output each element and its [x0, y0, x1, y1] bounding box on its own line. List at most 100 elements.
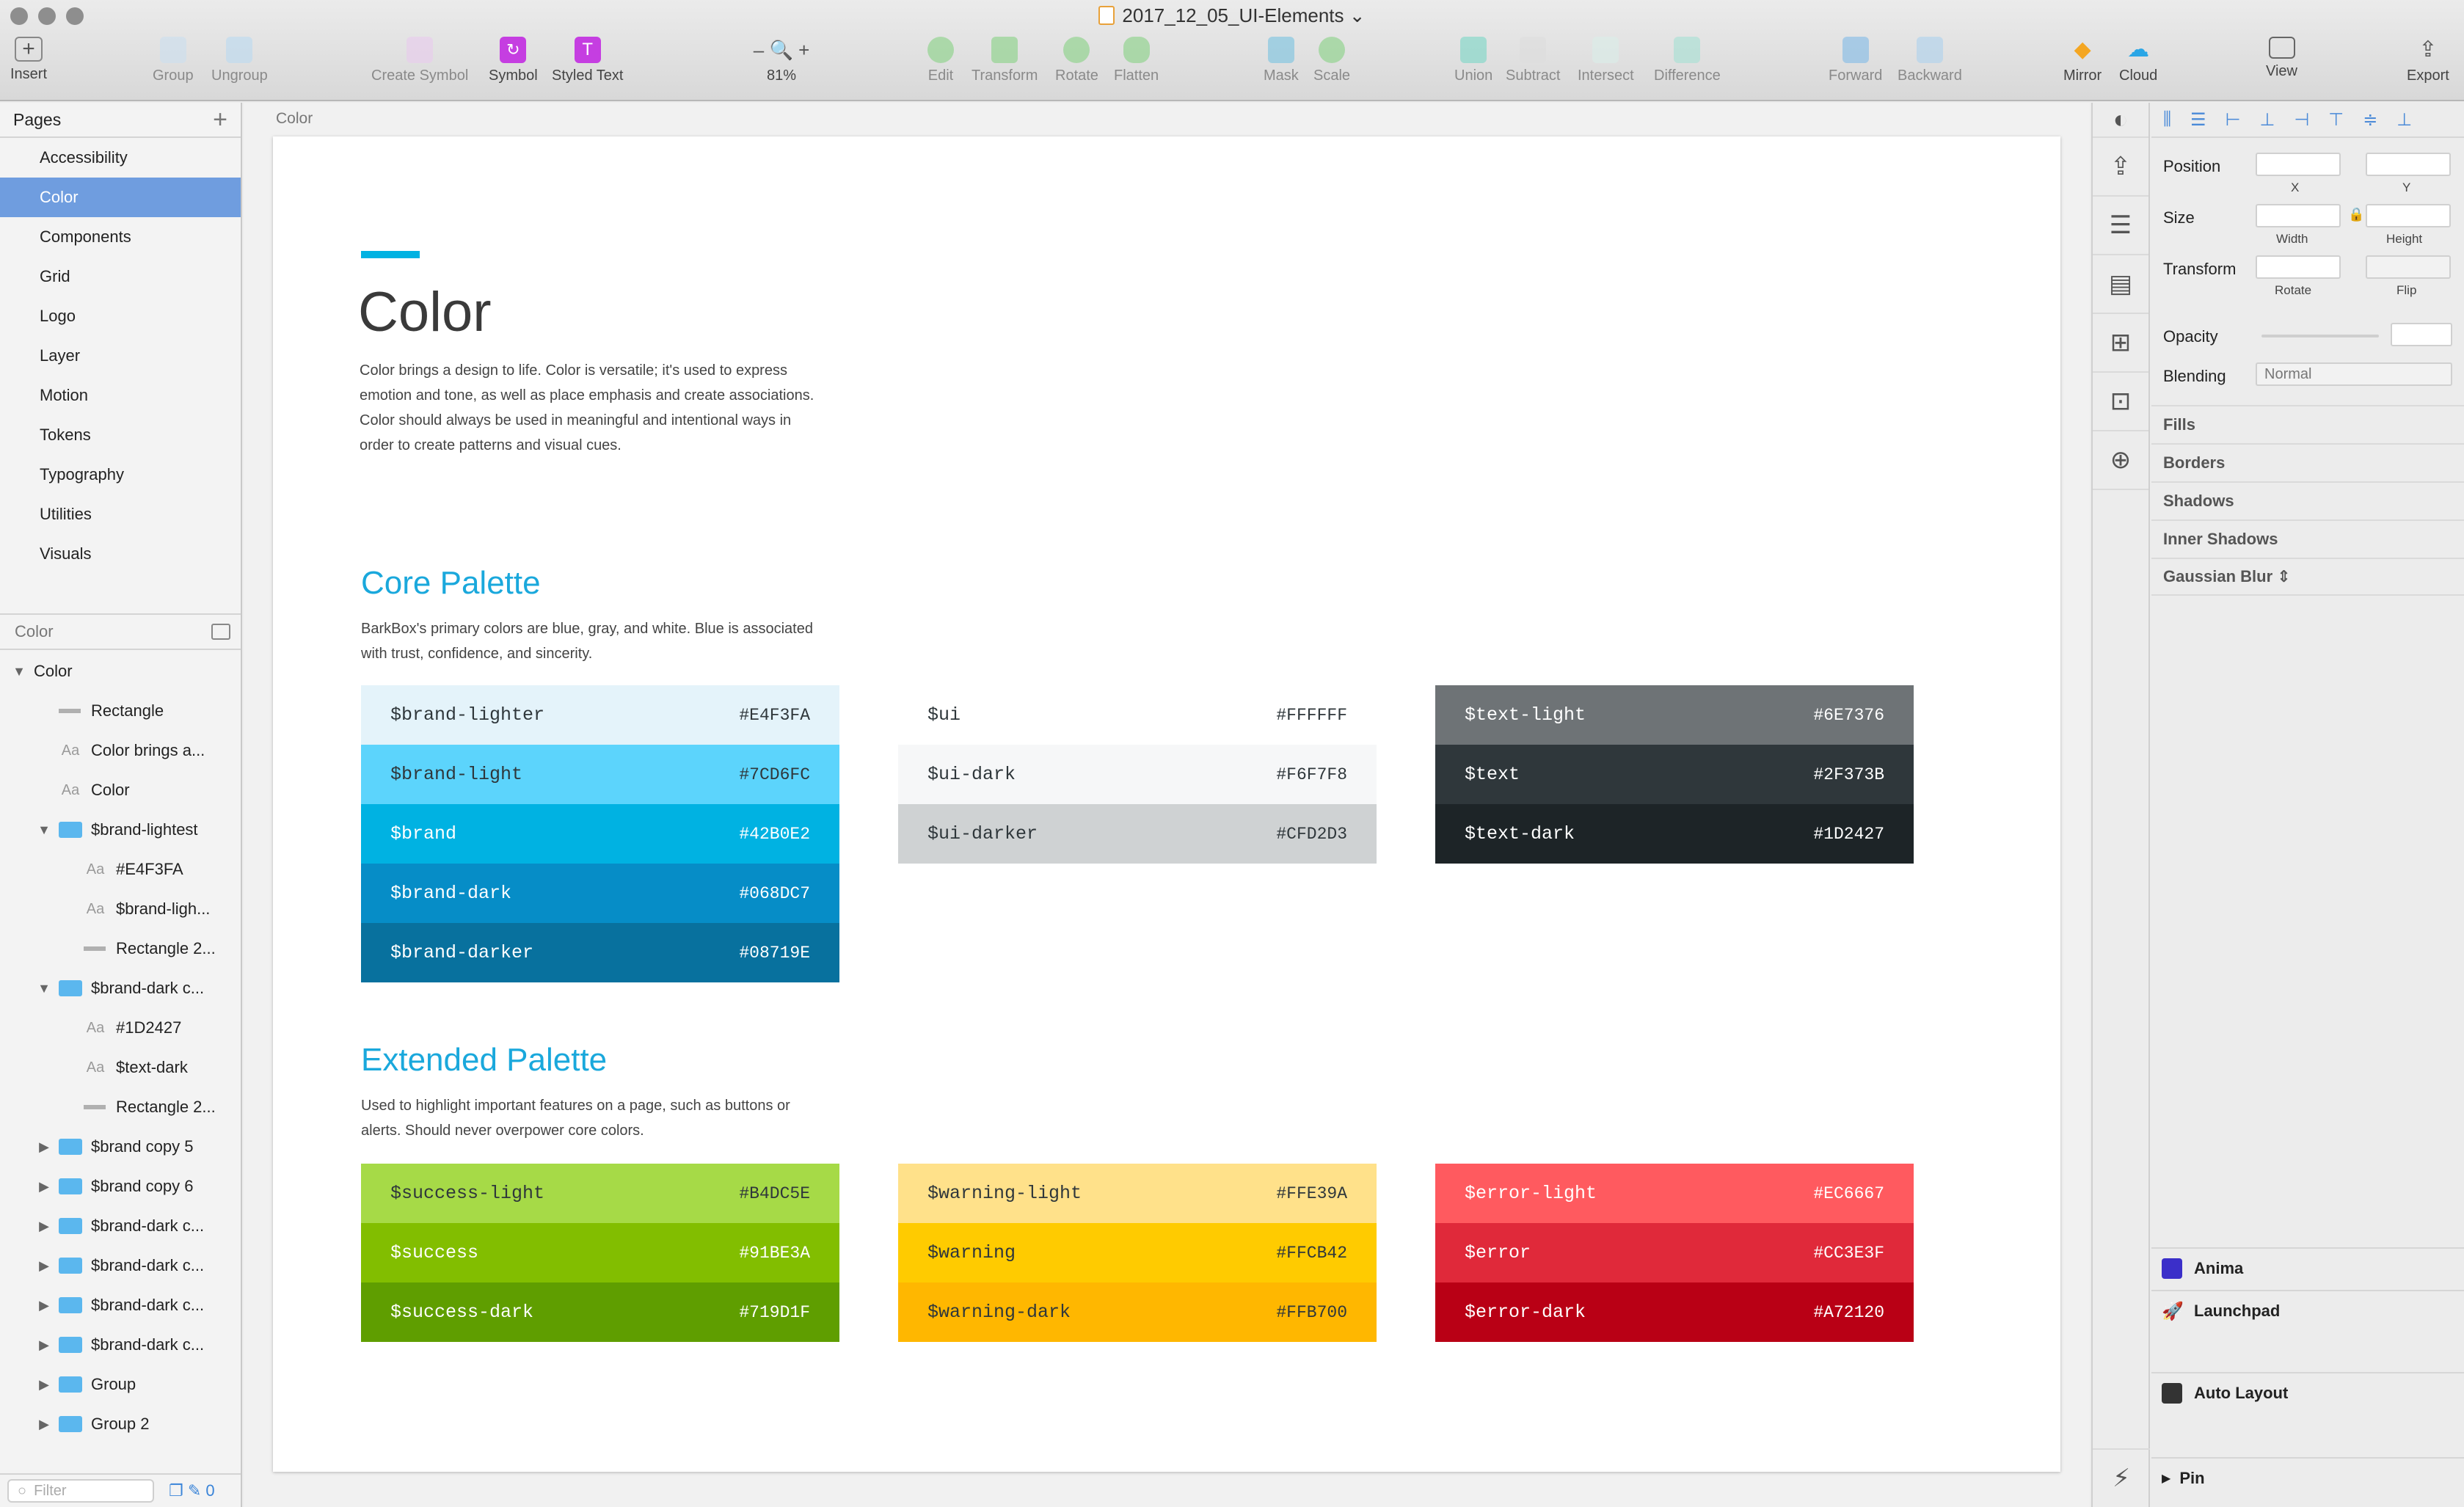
fills-section[interactable]: Fills: [2151, 405, 2464, 443]
layer-row[interactable]: ▶ $brand copy 5: [0, 1127, 241, 1167]
layer-row[interactable]: Aa $text-dark: [0, 1048, 241, 1087]
layer-row[interactable]: ▶ Group 2: [0, 1404, 241, 1444]
cloud-button[interactable]: ☁ Cloud: [2119, 37, 2157, 84]
width-field[interactable]: [2256, 204, 2341, 227]
list-icon[interactable]: ▤: [2093, 255, 2148, 314]
page-item[interactable]: Typography: [0, 455, 241, 495]
measure-icon[interactable]: ⊡: [2093, 373, 2148, 431]
edit-button[interactable]: Edit: [927, 37, 954, 84]
artboard-color[interactable]: Color Color brings a design to life. Col…: [273, 136, 2060, 1472]
disclosure-triangle-icon[interactable]: ▼: [10, 664, 28, 679]
disclosure-triangle-icon[interactable]: ▶: [35, 1298, 53, 1313]
create-symbol-button[interactable]: Create Symbol: [371, 37, 468, 84]
group-button[interactable]: Group: [153, 37, 194, 84]
align-top-icon[interactable]: ⊤: [2328, 109, 2344, 131]
page-item[interactable]: Logo: [0, 296, 241, 336]
page-item[interactable]: Visuals: [0, 534, 241, 574]
disclosure-triangle-icon[interactable]: ▶: [35, 1139, 53, 1155]
shadows-section[interactable]: Shadows: [2151, 481, 2464, 519]
styled-text-button[interactable]: T Styled Text: [552, 37, 623, 84]
disclosure-triangle-icon[interactable]: ▶: [35, 1338, 53, 1353]
add-image-icon[interactable]: ⊕: [2093, 431, 2148, 490]
disclosure-triangle-icon[interactable]: ▶: [35, 1219, 53, 1234]
inner-shadows-section[interactable]: Inner Shadows: [2151, 519, 2464, 558]
layer-row[interactable]: Aa #1D2427: [0, 1008, 241, 1048]
position-y-field[interactable]: [2366, 153, 2451, 176]
position-x-field[interactable]: [2256, 153, 2341, 176]
disclosure-triangle-icon[interactable]: ▼: [35, 822, 53, 838]
layer-row[interactable]: ▼ $brand-lightest: [0, 810, 241, 850]
layer-row[interactable]: ▶ Group: [0, 1365, 241, 1404]
forward-button[interactable]: Forward: [1829, 37, 1882, 84]
distribute-horizontal-icon[interactable]: ⫼: [2163, 109, 2171, 130]
borders-section[interactable]: Borders: [2151, 443, 2464, 481]
transform-button[interactable]: Transform: [972, 37, 1038, 84]
disclosure-triangle-icon[interactable]: ▶: [35, 1258, 53, 1274]
page-item[interactable]: Components: [0, 217, 241, 257]
zoom-in-button[interactable]: +: [798, 39, 809, 61]
filter-options[interactable]: ❐ ✎ 0: [169, 1481, 215, 1500]
lightning-icon[interactable]: ⚡: [2093, 1448, 2150, 1507]
share-icon[interactable]: ⇪: [2093, 138, 2148, 197]
zoom-out-button[interactable]: –: [754, 39, 764, 61]
gaussian-blur-section[interactable]: Gaussian Blur ⇕: [2151, 558, 2464, 596]
page-item[interactable]: Grid: [0, 257, 241, 296]
layer-row[interactable]: ▶ $brand-dark c...: [0, 1246, 241, 1285]
page-item[interactable]: Accessibility: [0, 138, 241, 178]
layer-row[interactable]: Aa #E4F3FA: [0, 850, 241, 889]
page-item[interactable]: Utilities: [0, 495, 241, 534]
height-field[interactable]: [2366, 204, 2451, 227]
flip-buttons[interactable]: [2366, 255, 2451, 279]
align-right-icon[interactable]: ⊣: [2294, 109, 2309, 131]
document-title[interactable]: 2017_12_05_UI-Elements ⌄: [0, 4, 2464, 27]
zoom-control[interactable]: – 🔍 + 81%: [734, 37, 829, 84]
launchpad-row[interactable]: 🚀 Launchpad: [2151, 1290, 2464, 1331]
resize-icon[interactable]: ⊞: [2093, 314, 2148, 373]
scale-button[interactable]: Scale: [1313, 37, 1350, 84]
collapse-layers-icon[interactable]: [211, 624, 230, 640]
filter-input[interactable]: ○ Filter: [7, 1479, 154, 1503]
subtract-button[interactable]: Subtract: [1506, 37, 1560, 84]
distribute-vertical-icon[interactable]: ☰: [2190, 109, 2206, 131]
flatten-button[interactable]: Flatten: [1114, 37, 1159, 84]
lock-icon[interactable]: 🔒: [2348, 207, 2364, 222]
union-button[interactable]: Union: [1454, 37, 1492, 84]
export-button[interactable]: ⇪ Export: [2407, 37, 2449, 84]
view-button[interactable]: View: [2266, 37, 2297, 80]
insert-button[interactable]: + Insert: [10, 37, 47, 83]
disclosure-triangle-icon[interactable]: ▶: [35, 1417, 53, 1432]
layer-row[interactable]: Aa Color: [0, 770, 241, 810]
backward-button[interactable]: Backward: [1898, 37, 1962, 84]
layer-stack-icon[interactable]: ☰: [2093, 197, 2148, 255]
intersect-button[interactable]: Intersect: [1578, 37, 1634, 84]
page-item[interactable]: Color: [0, 178, 241, 217]
layer-row[interactable]: ▶ $brand copy 6: [0, 1167, 241, 1206]
artboard-label[interactable]: Color: [276, 110, 313, 128]
rotate-field[interactable]: [2256, 255, 2341, 279]
rotate-button[interactable]: Rotate: [1055, 37, 1098, 84]
pen-filter-icon[interactable]: ✎: [188, 1481, 201, 1500]
layer-row[interactable]: ▶ $brand-dark c...: [0, 1325, 241, 1365]
disclosure-triangle-icon[interactable]: ▶: [35, 1179, 53, 1194]
blending-select[interactable]: Normal: [2256, 362, 2452, 386]
disclosure-triangle-icon[interactable]: ▼: [35, 981, 53, 996]
mirror-button[interactable]: ◆ Mirror: [2063, 37, 2102, 84]
mask-button[interactable]: Mask: [1264, 37, 1299, 84]
opacity-slider[interactable]: [2261, 335, 2379, 337]
page-item[interactable]: Layer: [0, 336, 241, 376]
add-page-icon[interactable]: +: [213, 107, 227, 132]
auto-layout-row[interactable]: Auto Layout: [2151, 1372, 2464, 1413]
inspector-toggle-icon[interactable]: ◐: [2093, 103, 2148, 138]
layer-row[interactable]: Aa Color brings a...: [0, 731, 241, 770]
canvas[interactable]: Color Color Color brings a design to lif…: [244, 103, 2090, 1507]
layer-row[interactable]: ▶ $brand-dark c...: [0, 1285, 241, 1325]
align-bottom-icon[interactable]: ⊥: [2396, 109, 2412, 131]
pin-row[interactable]: ▶ Pin: [2151, 1457, 2464, 1498]
anima-plugin-header[interactable]: Anima: [2151, 1247, 2464, 1288]
disclosure-triangle-icon[interactable]: ▶: [35, 1377, 53, 1393]
ungroup-button[interactable]: Ungroup: [211, 37, 268, 84]
symbol-filter-icon[interactable]: ❐: [169, 1481, 183, 1500]
layer-row[interactable]: ▼ Color: [0, 652, 241, 691]
layer-row[interactable]: Aa $brand-ligh...: [0, 889, 241, 929]
difference-button[interactable]: Difference: [1654, 37, 1721, 84]
